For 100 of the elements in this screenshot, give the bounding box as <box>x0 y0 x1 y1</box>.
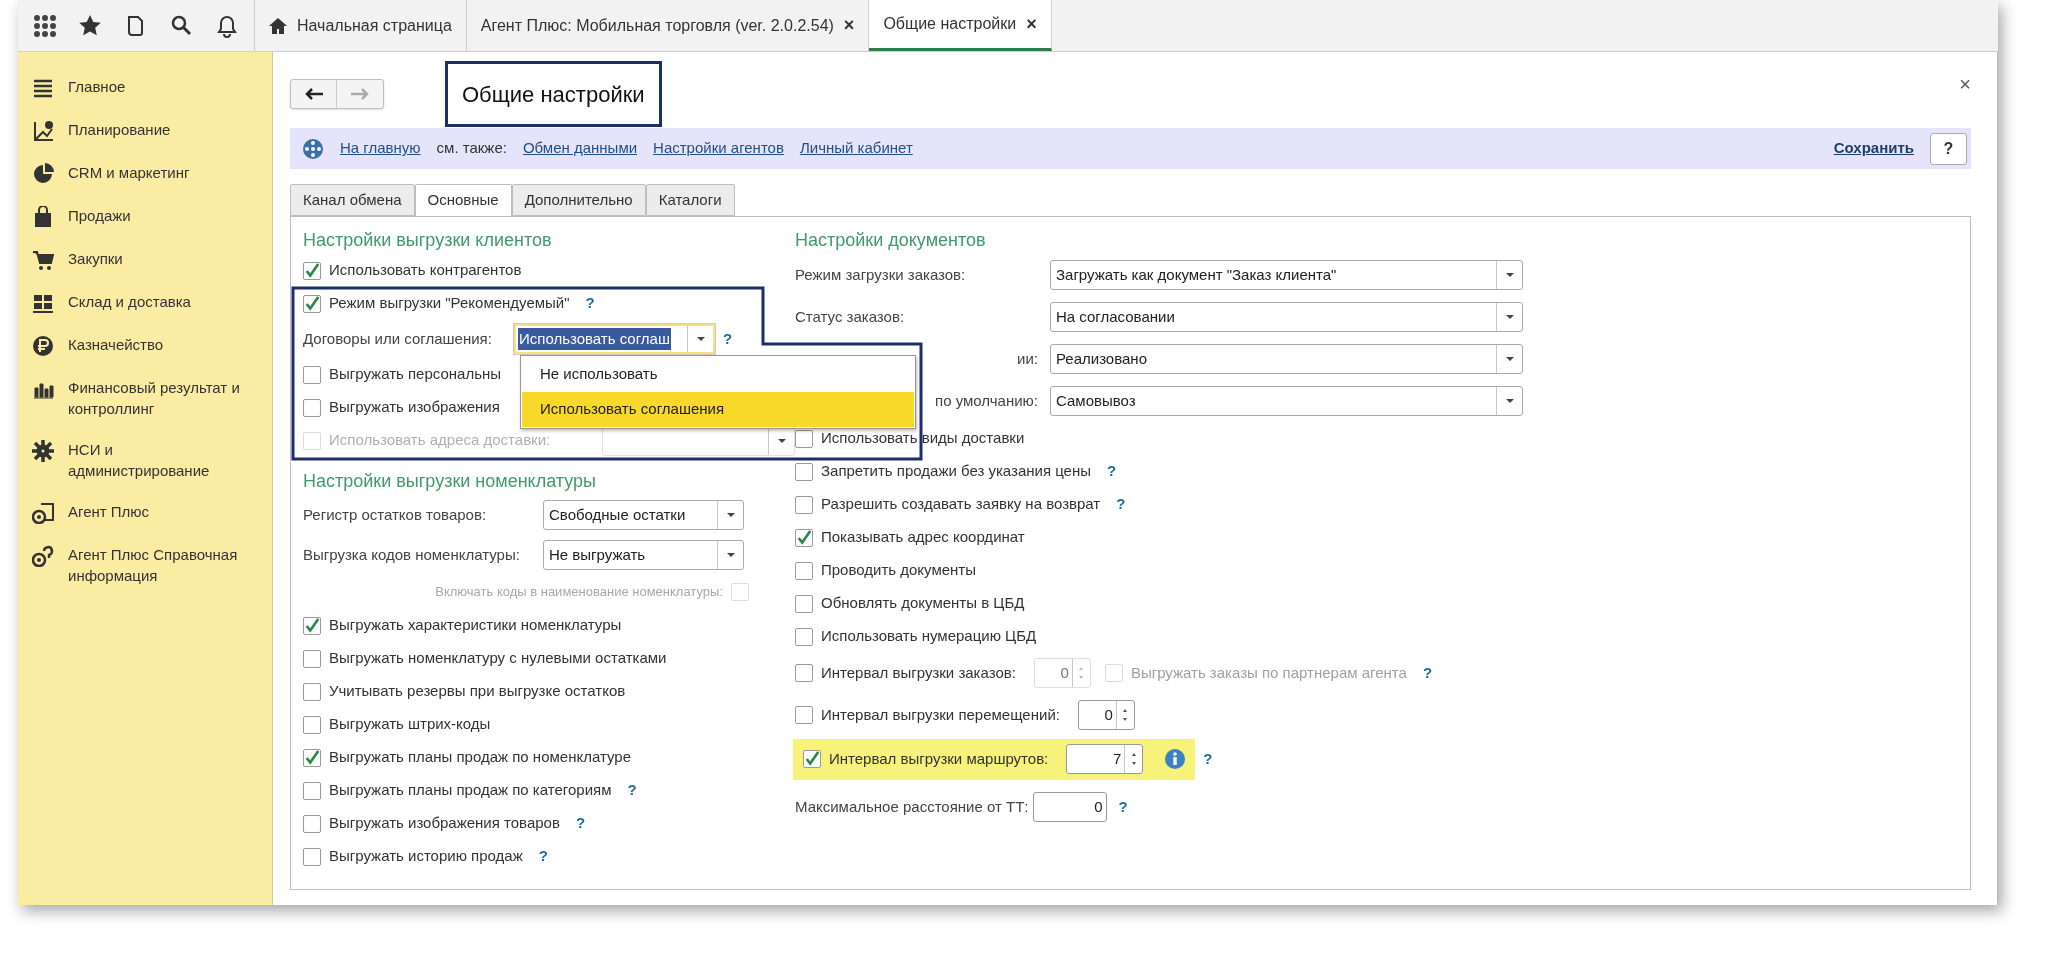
section-heading: Настройки выгрузки номенклатуры <box>303 469 597 493</box>
help-link[interactable]: ? <box>1107 460 1117 483</box>
sidebar-item[interactable]: Склад и доставка <box>68 291 258 312</box>
command-link[interactable]: Личный кабинет <box>799 137 913 160</box>
sidebar-item[interactable]: Главное <box>68 76 258 97</box>
checkbox[interactable] <box>795 429 813 448</box>
spin-arrows-icon <box>1078 666 1085 680</box>
dropdown-option[interactable]: Не использовать <box>522 357 914 392</box>
checkbox[interactable] <box>795 462 813 481</box>
field-label: по умолчанию: <box>934 390 1039 411</box>
help-link[interactable]: ? <box>1118 795 1128 819</box>
checkbox[interactable] <box>303 814 321 833</box>
sidebar-item[interactable]: CRM и маркетинг <box>68 162 258 183</box>
dropdown-field[interactable]: Загружать как документ "Заказ клиента" <box>1050 260 1523 290</box>
dropdown-option[interactable]: Использовать соглашения <box>522 392 914 427</box>
checkbox[interactable] <box>795 627 813 646</box>
field-label: Максимальное расстояние от ТТ: <box>795 796 1029 817</box>
save-link[interactable]: Сохранить <box>1833 137 1914 160</box>
checkbox-label: Выгружать планы продаж по номенклатуре <box>329 747 631 768</box>
checkbox[interactable] <box>795 594 813 613</box>
help-link[interactable]: ? <box>1116 493 1126 516</box>
caret-icon <box>1505 399 1514 403</box>
checkbox[interactable] <box>303 649 321 668</box>
help-button[interactable]: ? <box>1930 132 1967 165</box>
caret-icon <box>726 513 735 517</box>
help-link[interactable]: ? <box>538 845 548 868</box>
apps-grid-icon <box>32 13 57 38</box>
form-tab[interactable]: Каталоги <box>645 184 735 216</box>
section-icon <box>32 335 54 357</box>
field-label: Договоры или соглашения: <box>303 328 493 349</box>
dropdown-field[interactable]: Свободные остатки <box>543 500 744 530</box>
sidebar-item[interactable]: Казначейство <box>68 334 258 355</box>
home-icon <box>269 16 287 35</box>
field-label: ии: <box>1016 348 1039 369</box>
checkbox-label: Выгружать характеристики номенклатуры <box>329 615 622 636</box>
checkbox[interactable] <box>303 781 321 800</box>
help-link[interactable]: ? <box>585 292 595 315</box>
checkbox[interactable] <box>303 616 321 635</box>
sidebar-item[interactable]: Продажи <box>68 205 258 226</box>
command-link[interactable]: Настройки агентов <box>653 137 784 160</box>
dropdown-field[interactable]: Не выгружать <box>543 540 744 570</box>
checkbox[interactable] <box>303 294 321 313</box>
section-icon <box>32 502 54 524</box>
dropdown-field[interactable]: Использовать соглаш <box>514 324 715 354</box>
checkbox-label: Проводить документы <box>821 560 976 581</box>
spin-arrows-icon <box>1122 708 1129 722</box>
checkbox[interactable] <box>795 561 813 580</box>
number-field[interactable]: 7 <box>1066 744 1144 774</box>
close-button[interactable]: × <box>1959 69 1971 99</box>
number-field[interactable]: 0 <box>1077 700 1135 730</box>
checkbox[interactable] <box>795 528 813 547</box>
dropdown-field[interactable]: Самовывоз <box>1050 386 1523 416</box>
sidebar-item[interactable]: НСИ и администрирование <box>68 439 258 481</box>
top-tab[interactable]: Общие настройки × <box>869 0 1052 51</box>
caret-icon <box>1505 315 1514 319</box>
close-tab-button[interactable]: × <box>1026 10 1037 38</box>
help-link[interactable]: ? <box>723 327 733 351</box>
close-tab-button[interactable]: × <box>843 12 855 39</box>
section-heading: Настройки выгрузки клиентов <box>303 228 553 252</box>
help-link[interactable]: ? <box>575 812 586 835</box>
checkbox-label: Обновлять документы в ЦБД <box>821 593 1025 614</box>
field-label: Режим загрузки заказов: <box>795 264 967 285</box>
checkbox[interactable] <box>303 715 321 734</box>
field-label: Выгрузка кодов номенклатуры: <box>303 544 521 565</box>
checkbox[interactable] <box>303 398 321 417</box>
help-link[interactable]: ? <box>1203 747 1213 771</box>
checkbox-label: Использовать контрагентов <box>329 260 522 281</box>
checkbox[interactable] <box>303 261 321 280</box>
checkbox-label: Выгружать изображения товаров <box>329 813 560 834</box>
dropdown-field[interactable]: На согласовании <box>1050 302 1523 332</box>
caret-icon <box>777 438 786 443</box>
checkbox[interactable] <box>303 365 321 384</box>
sidebar-item[interactable]: Закупки <box>68 248 258 269</box>
field-label: Регистр остатков товаров: <box>303 504 488 525</box>
form-tab[interactable]: Основные <box>414 184 512 217</box>
checkbox-label: Выгружать номенклатуру с нулевыми остатками <box>329 648 667 669</box>
checkbox[interactable] <box>795 706 813 724</box>
command-link[interactable]: Обмен данными <box>522 137 638 160</box>
checkbox-label: Интервал выгрузки перемещений: <box>821 704 1060 725</box>
help-link[interactable]: ? <box>627 779 637 802</box>
sidebar-item[interactable]: Агент Плюс <box>68 501 258 522</box>
caret-icon <box>1505 273 1514 277</box>
checkbox[interactable] <box>303 748 321 767</box>
sidebar-item[interactable]: Агент Плюс Справочная информация <box>68 544 258 586</box>
sidebar-item[interactable]: Планирование <box>68 119 258 140</box>
checkbox[interactable] <box>795 495 813 514</box>
checkbox[interactable] <box>303 847 321 866</box>
form-title: Общие настройки <box>462 80 645 109</box>
form-tab[interactable]: Канал обмена <box>290 184 415 216</box>
checkbox[interactable] <box>303 682 321 701</box>
checkbox-label: Выгружать заказы по партнерам агента <box>1130 662 1407 683</box>
home-link[interactable]: На главную <box>340 137 421 160</box>
top-tab[interactable]: Начальная страница <box>255 0 467 51</box>
form-tab[interactable]: Дополнительно <box>511 184 646 216</box>
checkbox-label: Показывать адрес координат <box>821 527 1025 548</box>
checkbox[interactable] <box>803 750 821 768</box>
number-field[interactable]: 0 <box>1032 792 1107 822</box>
section-icon <box>32 163 54 185</box>
sidebar-item[interactable]: Финансовый результат и контроллинг <box>68 377 258 419</box>
dropdown-field[interactable]: Реализовано <box>1050 344 1523 374</box>
